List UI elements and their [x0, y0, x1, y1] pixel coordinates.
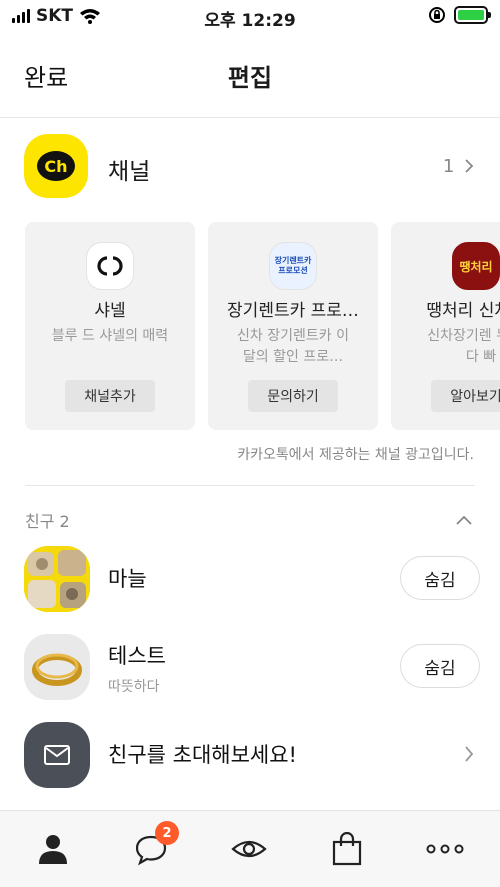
friend-name: 테스트 — [108, 644, 166, 668]
channel-card[interactable]: 장기렌트카 프로모션 장기렌트카 프로… 신차 장기렌트카 이달의 할인 프로…… — [208, 222, 378, 430]
chevron-right-icon — [465, 159, 474, 173]
channel-logo-text: Ch — [37, 151, 75, 181]
channel-section-row[interactable]: Ch 채널 1 — [0, 134, 500, 200]
tab-shopping[interactable] — [327, 829, 367, 869]
channel-ad-carousel[interactable]: 샤넬 블루 드 샤넬의 매력 채널추가 장기렌트카 프로모션 장기렌트카 프로…… — [25, 222, 500, 432]
friends-section-header: 친구 2 — [25, 512, 70, 531]
clearance-logo-text: 땡처리 — [459, 259, 493, 274]
channel-card-name: 장기렌트카 프로… — [227, 301, 359, 321]
avatar — [24, 634, 90, 700]
invite-label: 친구를 초대해보세요! — [108, 743, 297, 767]
person-icon — [39, 835, 67, 864]
chanel-logo-icon — [86, 242, 134, 290]
unread-badge: 2 — [155, 821, 179, 845]
channel-card[interactable]: 땡처리 땡처리 신차장 신차장기렌 누구보다 빠 알아보기 — [391, 222, 500, 430]
nav-header: 완료 편집 — [0, 34, 500, 118]
collapse-toggle[interactable] — [456, 510, 472, 529]
invite-friends-row[interactable]: 친구를 초대해보세요! — [0, 722, 500, 792]
friend-row[interactable]: 마늘 숨김 — [0, 546, 500, 616]
channel-card-desc: 블루 드 샤넬의 매력 — [51, 328, 169, 344]
hide-button[interactable]: 숨김 — [400, 644, 480, 688]
rental-logo-text: 장기렌트카 프로모션 — [274, 256, 312, 275]
learn-more-button[interactable]: 알아보기 — [431, 380, 500, 412]
more-dots-icon — [426, 844, 464, 854]
status-time: 오후 12:29 — [204, 11, 296, 31]
avatar — [24, 546, 90, 612]
tab-view[interactable] — [229, 829, 269, 869]
channel-card-desc: 신차장기렌 누구보다 빠 — [427, 328, 500, 365]
friend-name: 마늘 — [108, 567, 147, 591]
channel-card-name: 샤넬 — [94, 301, 126, 321]
friend-status-message: 따뜻하다 — [108, 679, 160, 695]
hide-button[interactable]: 숨김 — [400, 556, 480, 600]
add-channel-button[interactable]: 채널추가 — [65, 380, 155, 412]
eye-icon — [231, 840, 267, 858]
battery-icon — [454, 6, 491, 24]
mail-icon — [24, 722, 90, 788]
status-bar: SKT 오후 12:29 — [0, 0, 500, 34]
channel-card-name: 땡처리 신차장 — [426, 301, 500, 321]
rotation-lock-icon — [429, 7, 445, 23]
status-right — [428, 6, 491, 24]
channel-count[interactable]: 1 — [443, 156, 474, 177]
channel-card-desc: 신차 장기렌트카 이달의 할인 프로… — [237, 328, 349, 365]
bottom-tab-bar: 2 — [0, 810, 500, 887]
section-divider — [25, 485, 475, 486]
ad-disclaimer: 카카오톡에서 제공하는 채널 광고입니다. — [237, 447, 474, 463]
friend-row[interactable]: 테스트 따뜻하다 숨김 — [0, 634, 500, 704]
channel-logo-icon: Ch — [24, 134, 88, 198]
channel-count-value: 1 — [442, 156, 455, 177]
tab-friends[interactable] — [33, 829, 73, 869]
rental-car-logo-icon: 장기렌트카 프로모션 — [269, 242, 317, 290]
channel-card[interactable]: 샤넬 블루 드 샤넬의 매력 채널추가 — [25, 222, 195, 430]
shopping-bag-icon — [332, 832, 362, 866]
tab-more[interactable] — [425, 829, 465, 869]
chevron-up-icon — [456, 515, 472, 525]
channel-label: 채널 — [108, 159, 151, 185]
inquire-button[interactable]: 문의하기 — [248, 380, 338, 412]
chevron-right-icon — [465, 746, 474, 762]
page-title: 편집 — [227, 64, 273, 92]
clearance-logo-icon: 땡처리 — [452, 242, 500, 290]
tab-chats[interactable]: 2 — [131, 821, 179, 869]
